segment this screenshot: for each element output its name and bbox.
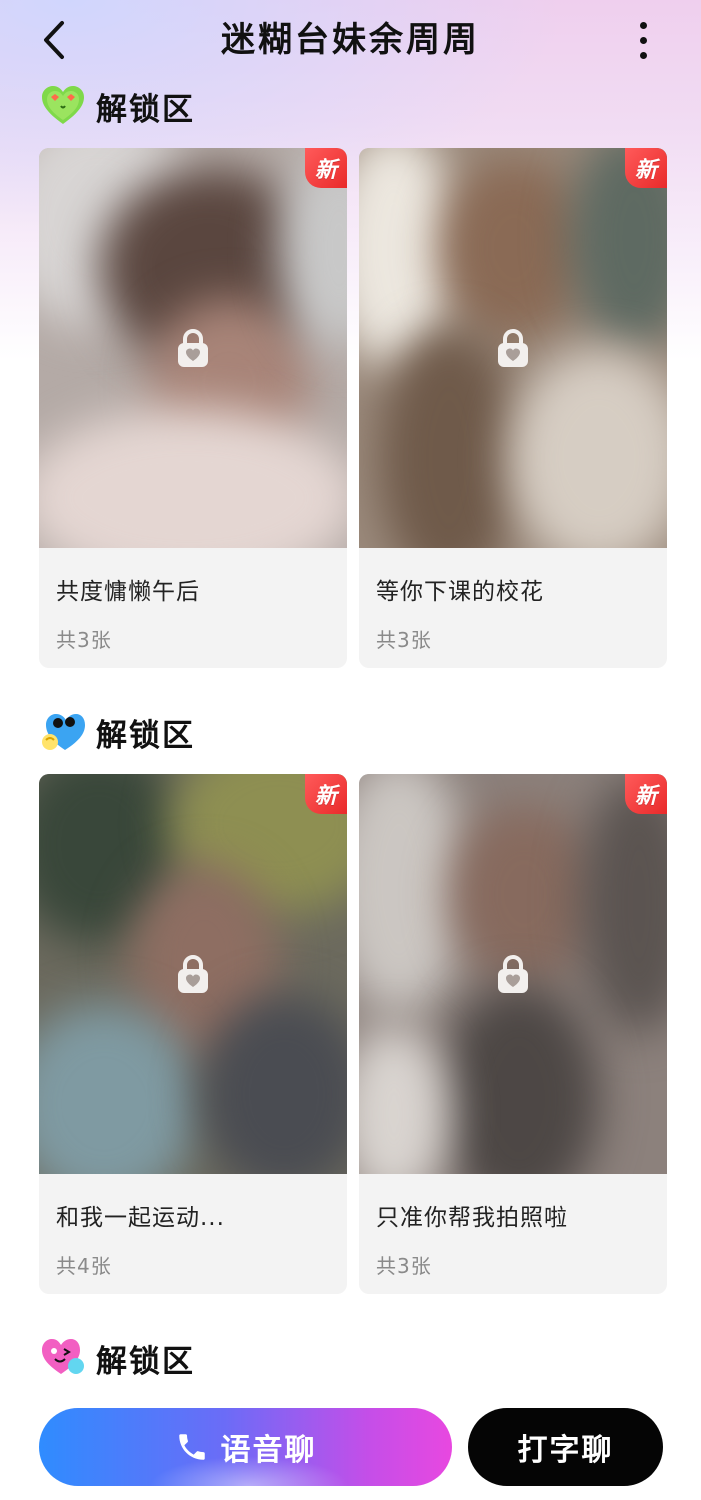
more-vertical-icon — [639, 21, 647, 29]
page-title: 迷糊台妹余周周 — [221, 20, 480, 60]
text-chat-button[interactable]: 打字聊 — [468, 1408, 663, 1486]
heart-lock-icon — [178, 329, 208, 367]
card-photo-count: 共4张 — [56, 1254, 112, 1278]
section-header-3: 解锁区 — [40, 1336, 195, 1380]
section-header-1: 解锁区 — [40, 84, 195, 128]
new-badge: 新 — [625, 148, 667, 188]
card-title: 等你下课的校花 — [376, 579, 544, 605]
card-photo-count: 共3张 — [376, 1254, 432, 1278]
new-badge: 新 — [305, 774, 347, 814]
section-title: 解锁区 — [96, 717, 195, 754]
more-dot — [639, 36, 647, 44]
card-title: 和我一起运动... — [56, 1205, 225, 1231]
top-bar: 迷糊台妹余周周 — [0, 0, 701, 80]
voice-chat-label: 语音聊 — [220, 1433, 317, 1468]
album-card[interactable]: 新 和我一起运动... 共4张 — [39, 774, 347, 1294]
album-card[interactable]: 新 共度慵懒午后 共3张 — [39, 148, 347, 668]
blue-heart-emoji-icon — [42, 714, 85, 750]
voice-chat-button[interactable]: 语音聊 — [39, 1408, 452, 1486]
section-title: 解锁区 — [96, 91, 195, 128]
heart-lock-icon — [178, 955, 208, 993]
text-chat-label: 打字聊 — [517, 1433, 614, 1468]
new-badge: 新 — [305, 148, 347, 188]
more-dot — [639, 51, 647, 59]
heart-lock-icon — [498, 955, 528, 993]
section-header-2: 解锁区 — [40, 710, 195, 754]
card-title: 只准你帮我拍照啦 — [376, 1205, 568, 1231]
heart-lock-icon — [498, 329, 528, 367]
more-button[interactable] — [626, 18, 660, 62]
card-photo-count: 共3张 — [376, 628, 432, 652]
new-badge: 新 — [625, 774, 667, 814]
card-photo-count: 共3张 — [56, 628, 112, 652]
section-title: 解锁区 — [96, 1343, 195, 1380]
chevron-left-icon — [44, 21, 64, 59]
green-heart-emoji-icon — [42, 86, 84, 124]
pink-heart-emoji-icon — [42, 1339, 84, 1374]
album-card[interactable]: 新 只准你帮我拍照啦 共3张 — [359, 774, 667, 1294]
card-title: 共度慵懒午后 — [56, 579, 200, 605]
phone-icon — [178, 1434, 205, 1460]
back-button[interactable] — [34, 18, 74, 62]
album-card[interactable]: 新 等你下课的校花 共3张 — [359, 148, 667, 668]
